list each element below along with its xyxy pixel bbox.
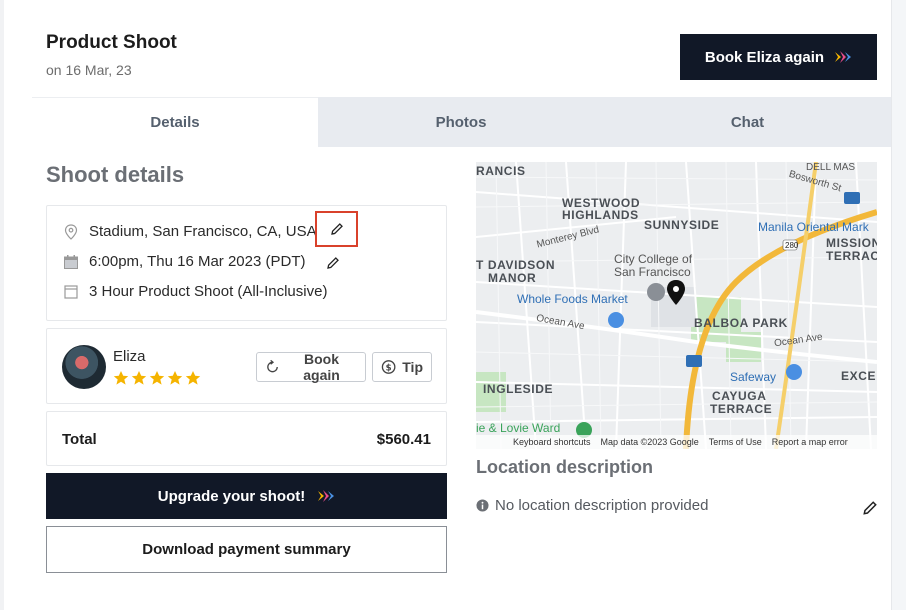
map-label: Safeway [730, 370, 777, 384]
map-report-error-link[interactable]: Report a map error [772, 437, 848, 447]
map-label: MANOR [488, 271, 537, 285]
book-again-button[interactable]: Book again [256, 351, 366, 383]
star-icon [149, 371, 165, 385]
edit-datetime-button[interactable] [324, 254, 342, 272]
sparkle-logo-icon [835, 51, 852, 63]
refresh-icon [267, 359, 278, 373]
dollar-coin-icon: $ [381, 360, 396, 374]
edit-location-description-button[interactable] [862, 500, 878, 516]
map-label: MISSION [826, 236, 877, 250]
datetime-text: 6:00pm, Thu 16 Mar 2023 (PDT) [89, 253, 306, 270]
map-label: RANCIS [476, 164, 526, 178]
map-label: DELL MAS [806, 162, 856, 173]
map-label: TERRAC [826, 249, 877, 263]
map-label: INGLESIDE [483, 382, 554, 396]
tab-details[interactable]: Details [32, 97, 318, 147]
book-photographer-again-button[interactable]: Book Eliza again [680, 34, 877, 80]
page-subtitle-date: on 16 Mar, 23 [46, 62, 132, 78]
download-payment-summary-button[interactable]: Download payment summary [46, 526, 447, 573]
pencil-icon [863, 501, 877, 515]
package-text: 3 Hour Product Shoot (All-Inclusive) [89, 283, 328, 300]
map-terms-link[interactable]: Terms of Use [709, 437, 762, 447]
map-label: HIGHLANDS [562, 208, 639, 222]
total-amount: $560.41 [376, 431, 431, 448]
scrollbar-track[interactable] [891, 0, 906, 610]
map-label: Whole Foods Market [517, 292, 628, 306]
page-title: Product Shoot [46, 32, 177, 53]
star-icon [113, 371, 129, 385]
map-keyboard-shortcuts-link[interactable]: Keyboard shortcuts [513, 437, 591, 447]
location-description-heading: Location description [476, 457, 654, 477]
photographer-card: Eliza Book again $ Tip [46, 328, 447, 404]
map-label: BALBOA PARK [694, 316, 788, 330]
tip-button[interactable]: $ Tip [372, 352, 432, 382]
upgrade-label: Upgrade your shoot! [157, 487, 306, 505]
map-label: SUNNYSIDE [644, 218, 720, 232]
pencil-icon [330, 223, 343, 235]
package-box-icon [63, 284, 79, 300]
map-label: TERRACE [710, 402, 773, 416]
map-label: EXCE [841, 369, 877, 383]
photographer-name[interactable]: Eliza [113, 348, 146, 365]
location-text: Stadium, San Francisco, CA, USA [89, 223, 317, 240]
location-description: No location description provided [476, 497, 708, 514]
calendar-icon [63, 254, 79, 270]
total-label: Total [62, 431, 97, 448]
location-pin-icon [63, 223, 79, 240]
total-card: Total $560.41 [46, 411, 447, 466]
tab-bar: Details Photos Chat [32, 97, 891, 147]
location-map[interactable]: RANCIS WESTWOOD HIGHLANDS SUNNYSIDE Mani… [476, 162, 877, 449]
star-icon [185, 371, 201, 385]
map-data-attribution: Map data ©2023 Google [600, 437, 699, 447]
package-row: 3 Hour Product Shoot (All-Inclusive) [63, 283, 327, 300]
map-label: CAYUGA [712, 389, 767, 403]
shoot-info-card: Stadium, San Francisco, CA, USA 6:00pm, … [46, 205, 447, 321]
star-icon [131, 371, 147, 385]
photographer-avatar[interactable] [62, 345, 106, 389]
map-label: City College of [614, 252, 693, 266]
left-border [0, 0, 4, 610]
sparkle-logo-icon [318, 490, 335, 502]
photographer-rating-stars [113, 370, 201, 386]
svg-text:$: $ [386, 363, 392, 373]
datetime-row: 6:00pm, Thu 16 Mar 2023 (PDT) [63, 253, 306, 270]
highway-shield-label: 280 [785, 241, 799, 250]
map-label: Manila Oriental Mark [758, 220, 869, 234]
map-label: ie & Lovie Ward [476, 421, 561, 435]
location-row: Stadium, San Francisco, CA, USA [63, 223, 317, 240]
pencil-icon [327, 257, 339, 269]
book-again-button-label: Book again [303, 351, 340, 383]
map-attribution-bar: Keyboard shortcuts Map data ©2023 Google… [476, 435, 877, 449]
book-again-label: Book Eliza again [704, 48, 825, 66]
location-description-text: No location description provided [495, 497, 709, 514]
upgrade-shoot-button[interactable]: Upgrade your shoot! [46, 473, 447, 519]
star-icon [167, 371, 183, 385]
shoot-details-heading: Shoot details [46, 162, 185, 187]
tab-photos[interactable]: Photos [318, 97, 604, 147]
info-icon [476, 499, 489, 512]
tab-chat[interactable]: Chat [604, 97, 891, 147]
map-label: San Francisco [614, 265, 691, 279]
edit-location-button[interactable] [315, 211, 358, 247]
tip-button-label: Tip [402, 359, 423, 375]
map-label: T DAVIDSON [476, 258, 556, 272]
